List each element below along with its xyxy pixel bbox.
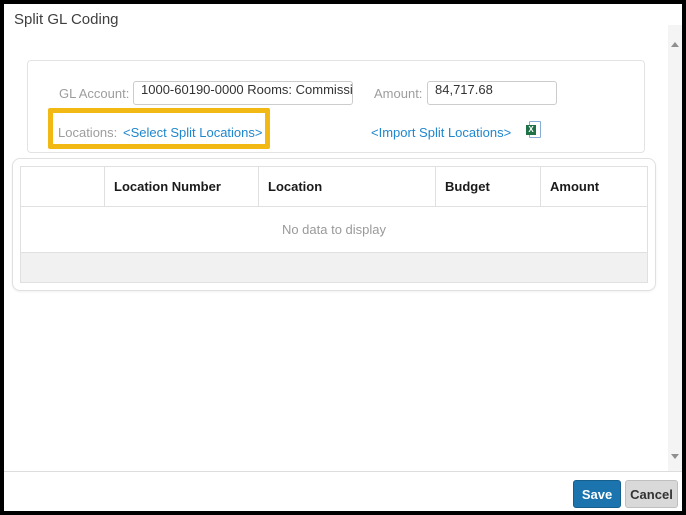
import-split-locations-link[interactable]: <Import Split Locations>	[371, 125, 511, 141]
footer-divider	[4, 471, 682, 472]
header-cell-empty	[21, 167, 105, 206]
no-data-message: No data to display	[282, 222, 386, 237]
dialog-title: Split GL Coding	[14, 10, 119, 30]
header-cell-amount: Amount	[541, 167, 647, 206]
grid-empty-row: No data to display	[21, 207, 647, 253]
header-cell-location: Location	[259, 167, 436, 206]
gl-form-panel: GL Account: 1000-60190-0000 Rooms: Commi…	[27, 60, 645, 153]
scroll-down-button[interactable]	[668, 449, 682, 465]
select-split-locations-link[interactable]: <Select Split Locations>	[123, 125, 262, 141]
excel-x-glyph: X	[526, 125, 536, 135]
grid-header-row: Location Number Location Budget Amount	[21, 167, 647, 207]
gl-account-label: GL Account:	[59, 86, 129, 102]
vertical-scrollbar[interactable]	[668, 25, 682, 471]
gl-account-input[interactable]: 1000-60190-0000 Rooms: Commission	[133, 81, 353, 105]
header-cell-location-number: Location Number	[105, 167, 259, 206]
locations-label: Locations:	[58, 125, 117, 141]
scroll-up-icon	[671, 42, 679, 47]
scroll-down-icon	[671, 454, 679, 459]
scroll-up-button[interactable]	[668, 37, 682, 53]
split-locations-grid: Location Number Location Budget Amount N…	[20, 166, 648, 283]
grid-footer-strip	[21, 253, 647, 282]
excel-file-icon[interactable]: X	[526, 121, 542, 138]
amount-input[interactable]: 84,717.68	[427, 81, 557, 105]
header-cell-budget: Budget	[436, 167, 541, 206]
split-gl-coding-dialog: Split GL Coding GL Account: 1000-60190-0…	[0, 0, 686, 515]
amount-label: Amount:	[374, 86, 422, 102]
cancel-button[interactable]: Cancel	[625, 480, 678, 508]
save-button[interactable]: Save	[573, 480, 621, 508]
split-locations-table-panel: Location Number Location Budget Amount N…	[12, 158, 656, 291]
